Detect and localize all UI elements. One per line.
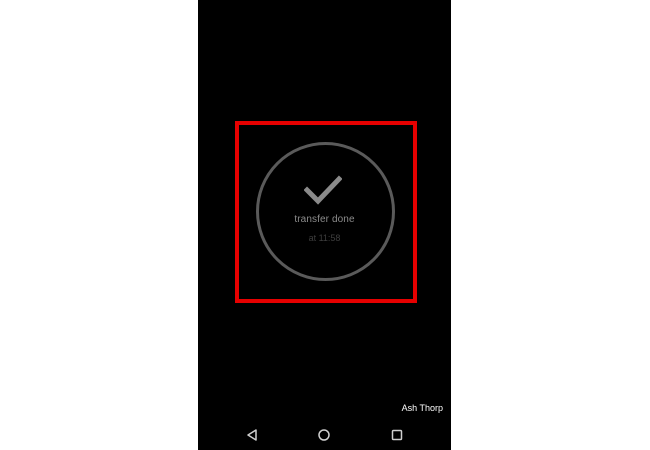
recents-square-icon[interactable] — [390, 428, 404, 442]
checkmark-icon — [304, 175, 342, 205]
status-time: at 11:58 — [308, 233, 341, 243]
status-title: transfer done — [294, 214, 355, 225]
back-triangle-icon[interactable] — [245, 428, 259, 442]
done-indicator-ring — [256, 142, 395, 281]
watch-screen: transfer done at 11:58 Ash Thorp — [198, 0, 451, 450]
credit-label: Ash Thorp — [401, 403, 443, 413]
navigation-bar — [198, 420, 451, 450]
home-circle-icon[interactable] — [317, 428, 331, 442]
